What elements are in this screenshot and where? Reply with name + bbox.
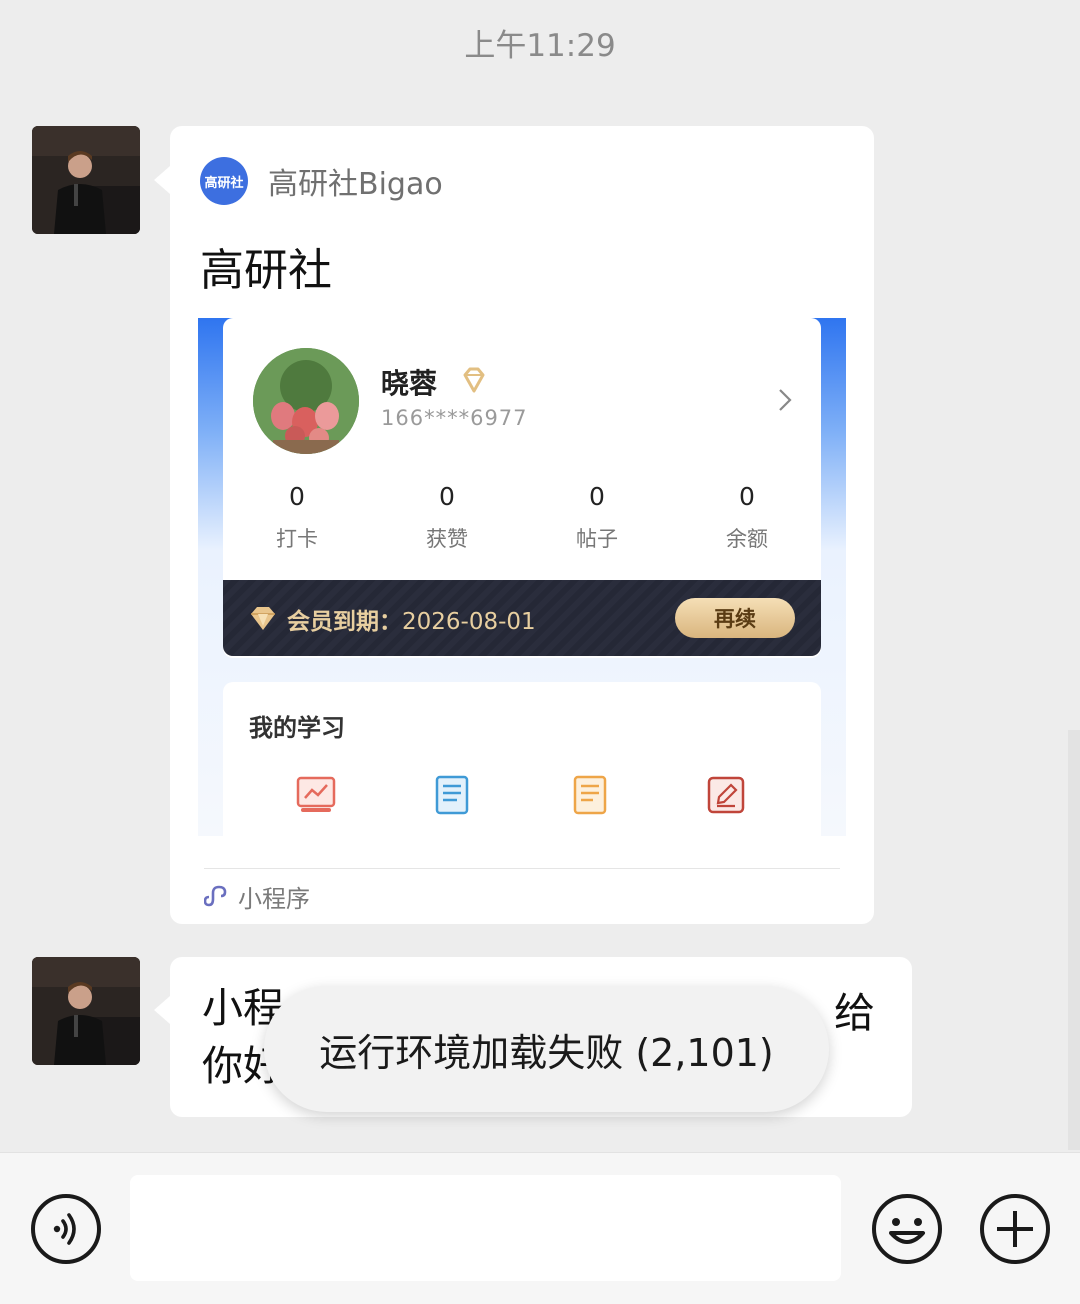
study-title: 我的学习 (249, 714, 345, 742)
stat-value: 0 (589, 482, 605, 511)
stat-likes[interactable]: 0 获赞 (387, 482, 507, 553)
membership-date: 2026-08-01 (402, 609, 536, 635)
member-diamond-icon (251, 607, 275, 630)
stat-value: 0 (439, 482, 455, 511)
membership-expiry: 会员到期：2026-08-01 (287, 602, 536, 636)
message-input[interactable] (130, 1175, 841, 1281)
mini-program-card[interactable]: 高研社 高研社Bigao 高研社 晓蓉 166****6977 0 打卡 0 获… (170, 126, 874, 924)
bubble-tail (154, 166, 170, 194)
scrollbar-track[interactable] (1068, 730, 1080, 1150)
profile-phone: 166****6977 (381, 406, 528, 430)
stat-value: 0 (289, 482, 305, 511)
bubble-tail (154, 996, 170, 1024)
stat-checkin[interactable]: 0 打卡 (237, 482, 357, 553)
stat-balance[interactable]: 0 余额 (687, 482, 807, 553)
card-preview-image[interactable]: 晓蓉 166****6977 0 打卡 0 获赞 0 帖子 0 余额 会员到期：… (198, 318, 846, 836)
mini-program-link-icon (204, 885, 227, 907)
card-header: 高研社 高研社Bigao (200, 156, 443, 206)
stat-label: 打卡 (276, 527, 318, 551)
sender-avatar[interactable] (32, 126, 140, 234)
membership-bar: 会员到期：2026-08-01 再续 (223, 580, 821, 656)
stat-posts[interactable]: 0 帖子 (537, 482, 657, 553)
error-toast: 运行环境加载失败 (2,101) (264, 986, 829, 1112)
chat-timestamp: 上午11:29 (464, 28, 616, 64)
brand-name: 高研社Bigao (268, 167, 443, 202)
stat-value: 0 (739, 482, 755, 511)
stat-label: 余额 (726, 527, 768, 551)
profile-name: 晓蓉 (381, 367, 438, 400)
study-plan-icon[interactable] (295, 774, 337, 816)
message-text-right: 给 (834, 989, 875, 1037)
renew-button[interactable]: 再续 (675, 598, 795, 638)
mini-program-footer: 小程序 (204, 880, 310, 913)
vip-diamond-icon (463, 367, 485, 393)
membership-label: 会员到期： (287, 609, 402, 635)
edit-note-icon[interactable] (705, 774, 747, 816)
mini-program-label: 小程序 (238, 884, 310, 913)
chevron-right-icon[interactable] (775, 386, 795, 414)
brand-logo: 高研社 (200, 157, 248, 205)
profile-avatar (253, 348, 359, 454)
my-documents-icon[interactable] (569, 774, 611, 816)
plus-icon[interactable] (979, 1193, 1051, 1265)
emoji-icon[interactable] (871, 1193, 943, 1265)
voice-input-icon[interactable] (30, 1193, 102, 1265)
sender-avatar[interactable] (32, 957, 140, 1065)
stat-label: 获赞 (426, 527, 468, 551)
stat-label: 帖子 (576, 527, 618, 551)
card-title: 高研社 (200, 245, 332, 296)
card-divider (204, 868, 840, 869)
stats-row: 0 打卡 0 获赞 0 帖子 0 余额 (223, 482, 821, 562)
notes-book-icon[interactable] (431, 774, 473, 816)
my-study-section: 我的学习 (223, 682, 821, 836)
